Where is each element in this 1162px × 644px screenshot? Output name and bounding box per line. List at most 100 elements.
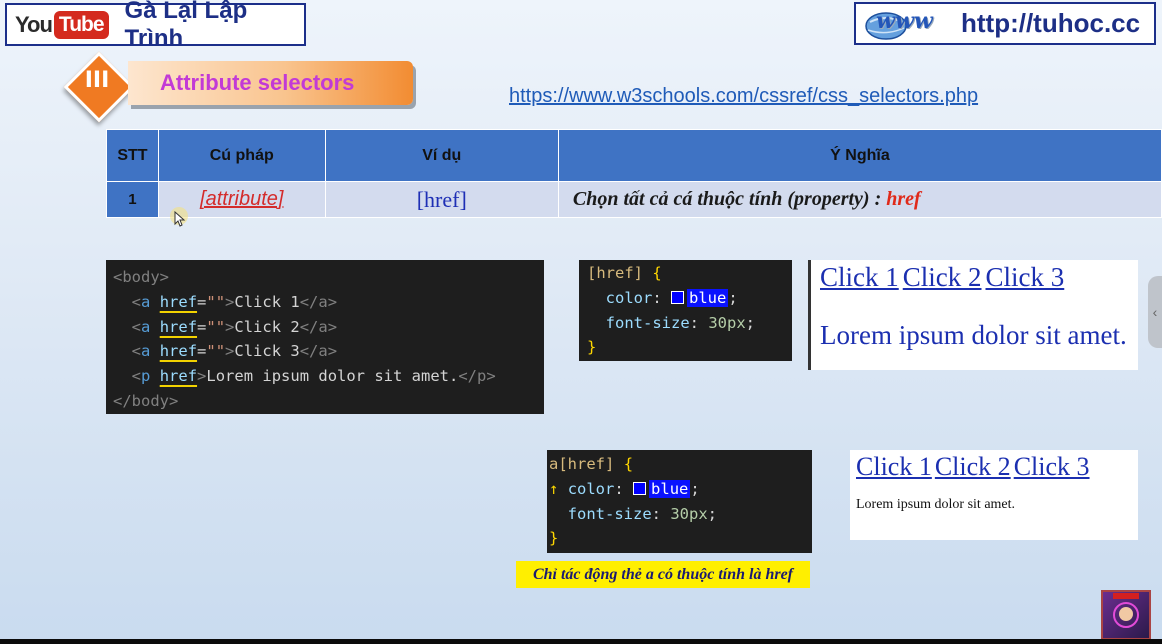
code-token: a — [141, 292, 151, 311]
code-token: blue — [687, 288, 729, 307]
preview-link[interactable]: Click 3 — [1014, 452, 1090, 481]
code-line: <p href>Lorem ipsum dolor sit amet.</p> — [131, 367, 496, 386]
code-line: } — [549, 526, 812, 551]
code-token: "" — [206, 292, 226, 311]
code-token: font-size — [567, 504, 652, 523]
code-token: font-size — [605, 313, 690, 332]
code-token: <body> — [113, 268, 169, 286]
youtube-logo-tube: Tube — [53, 10, 109, 39]
code-token: "" — [206, 317, 226, 336]
preview-links: Click 1 Click 2 Click 3 — [820, 262, 1068, 293]
www-globe-logo: www — [862, 6, 957, 42]
code-token: [href] — [558, 455, 615, 473]
header-meaning: Ý Nghĩa — [557, 129, 1162, 182]
row-example: [href] — [324, 181, 559, 218]
code-line: <a href="">Click 2</a> — [131, 317, 338, 336]
avatar-face — [1119, 607, 1133, 621]
arrow-up-icon: ↑ — [549, 479, 559, 498]
preview-link[interactable]: Click 3 — [986, 262, 1065, 292]
code-line: color: blue; — [605, 288, 738, 307]
code-token: href — [159, 292, 198, 311]
code-token: href — [159, 342, 198, 361]
code-token: color — [567, 479, 615, 498]
render-preview-2: Click 1 Click 2 Click 3 Lorem ipsum dolor … — [850, 450, 1138, 540]
bottom-bar — [0, 639, 1162, 644]
code-token: color — [605, 288, 653, 307]
code-token: a — [549, 455, 559, 473]
code-token: blue — [649, 479, 691, 498]
code-token: } — [587, 338, 597, 357]
channel-badge: You Tube Gà Lại Lập Trình — [5, 0, 306, 52]
preview-link[interactable]: Click 2 — [935, 452, 1011, 481]
header-example: Ví dụ — [324, 129, 559, 182]
row-meaning: Chọn tất cả cá thuộc tính (property) : h… — [557, 181, 1162, 218]
header-stt: STT — [106, 129, 159, 182]
code-line: <body> — [113, 265, 544, 290]
code-token: 30px — [670, 504, 708, 523]
preview-links: Click 1 Click 2 Click 3 — [856, 452, 1093, 482]
selector-table: STT Cú pháp Ví dụ Ý Nghĩa 1 [attribute] … — [106, 129, 1162, 218]
code-line: <a href="">Click 1</a> — [131, 292, 338, 311]
code-token: p — [141, 367, 151, 386]
code-line: <a href="">Click 3</a> — [131, 342, 338, 361]
table-header-row: STT Cú pháp Ví dụ Ý Nghĩa — [106, 129, 1162, 182]
code-line: a[href] { — [549, 452, 812, 477]
color-swatch-icon — [671, 290, 685, 304]
code-token: Click 3 — [234, 342, 300, 361]
section-number-badge: III — [63, 51, 135, 123]
css-code-block-attribute: [href] { color: blue; font-size: 30px; } — [579, 260, 792, 361]
code-token: [href] — [587, 264, 643, 282]
row-stt: 1 — [106, 181, 159, 218]
code-token: { — [623, 455, 634, 473]
code-line: </body> — [113, 389, 544, 414]
site-url[interactable]: http://tuhoc.cc — [961, 8, 1140, 39]
preview-link[interactable]: Click 2 — [903, 262, 982, 292]
code-token: { — [652, 264, 662, 282]
code-line: font-size: 30px; — [605, 313, 756, 332]
code-token: href — [159, 317, 198, 336]
color-swatch-icon — [633, 481, 647, 495]
youtube-logo: You Tube — [15, 10, 109, 39]
chevron-left-icon[interactable]: ‹ — [1148, 276, 1162, 348]
code-token: </body> — [113, 391, 179, 410]
note-callout: Chỉ tác động thẻ a có thuộc tính là href — [516, 561, 810, 588]
preview-paragraph: Lorem ipsum dolor sit amet. — [856, 497, 1016, 512]
code-token: } — [549, 529, 559, 548]
code-token: "" — [206, 342, 226, 361]
row-meaning-text: Chọn tất cả cá thuộc tính (property) : — [572, 188, 887, 210]
preview-paragraph: Lorem ipsum dolor sit amet. — [820, 320, 1127, 350]
code-token: </a> — [299, 317, 338, 336]
mouse-pointer-icon — [170, 207, 196, 238]
code-line: font-size: 30px; — [567, 504, 718, 523]
youtube-logo-you: You — [15, 11, 53, 37]
code-token: Click 1 — [234, 292, 300, 311]
www-logo-text: www — [876, 7, 933, 34]
code-token: </p> — [458, 367, 496, 386]
w3schools-reference-link[interactable]: https://www.w3schools.com/cssref/css_sel… — [509, 85, 978, 108]
preview-link[interactable]: Click 1 — [820, 262, 899, 292]
code-line: [href] { — [587, 261, 792, 286]
section-title-bar: Attribute selectors — [128, 61, 413, 105]
code-token: </a> — [299, 342, 338, 361]
code-token: 30px — [708, 313, 746, 332]
channel-name: Gà Lại Lập Trình — [124, 0, 248, 52]
render-preview-1: Click 1 Click 2 Click 3 Lorem ipsum dolor … — [808, 260, 1138, 370]
code-token: Lorem ipsum dolor sit amet. — [206, 367, 459, 386]
table-row: 1 [attribute] [href] Chọn tất cả cá thuộ… — [106, 181, 1162, 218]
css-code-block-a-attribute: a[href] { ↑ color: blue; font-size: 30px… — [547, 450, 812, 553]
code-token: </a> — [299, 292, 338, 311]
code-line: ↑ color: blue; — [549, 479, 700, 498]
channel-avatar[interactable] — [1101, 590, 1151, 640]
code-token: a — [141, 317, 151, 336]
preview-link[interactable]: Click 1 — [856, 452, 932, 481]
subscribe-tag — [1113, 593, 1139, 599]
code-line: } — [587, 335, 792, 360]
site-badge: www http://tuhoc.cc — [854, 2, 1156, 45]
section-number: III — [84, 68, 110, 93]
code-token: a — [141, 342, 151, 361]
code-token: href — [159, 367, 198, 386]
header-syntax: Cú pháp — [157, 129, 326, 182]
section-title: Attribute selectors — [160, 70, 355, 95]
row-meaning-highlight: href — [886, 188, 921, 210]
html-code-block: <body> <a href="">Click 1</a> <a href=""… — [106, 260, 544, 414]
